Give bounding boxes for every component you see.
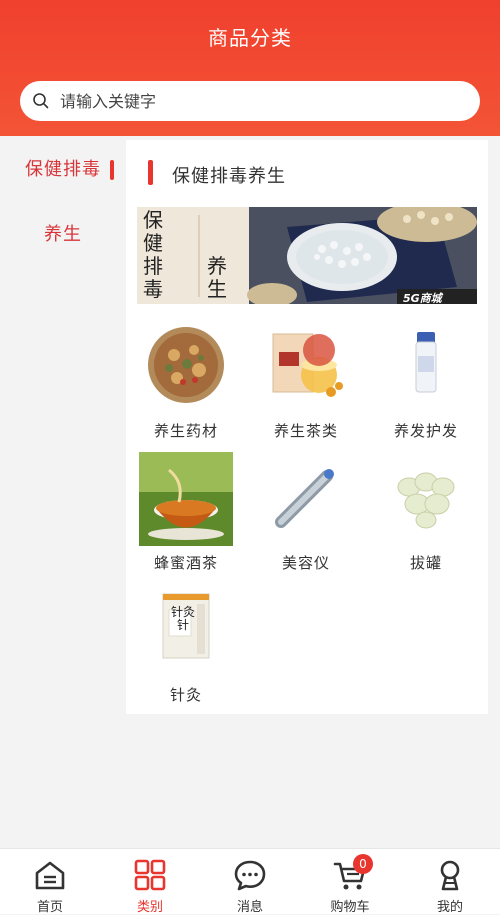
search-bar[interactable] xyxy=(20,81,480,121)
subcategory-label: 养生茶类 xyxy=(273,422,338,440)
title-accent-bar xyxy=(148,160,153,185)
category-icon xyxy=(134,859,166,891)
tab-category[interactable]: 类别 xyxy=(100,849,200,915)
search-icon xyxy=(33,93,49,109)
tab-label: 首页 xyxy=(36,900,63,915)
subcategory-item[interactable]: 美容仪 xyxy=(246,452,366,582)
sidebar-item-label: 保健排毒 xyxy=(25,159,101,180)
sidebar-item-baojian[interactable]: 保健排毒 xyxy=(0,138,126,198)
tab-profile[interactable]: 我的 xyxy=(400,849,500,915)
category-banner[interactable]: 保 健 排 毒 养 生 5G商城 xyxy=(137,207,477,304)
sidebar-item-yangsheng[interactable]: 养生 xyxy=(0,203,126,263)
hair-care-bottle-image xyxy=(379,320,473,414)
subcategory-label: 美容仪 xyxy=(281,554,330,572)
profile-icon xyxy=(440,860,460,891)
herbs-image xyxy=(139,320,233,414)
sidebar-item-label: 养生 xyxy=(44,224,82,245)
banner-text-right: 养 生 xyxy=(207,254,227,301)
cart-badge: 0 xyxy=(353,854,373,874)
category-panel: 保健排毒养生 保 健 排 毒 养 生 5G商城 养生药材 养生茶类 养发护发 蜂… xyxy=(126,140,488,714)
category-sidebar: 保健排毒 养生 xyxy=(0,136,126,848)
banner-logo: 5G商城 xyxy=(403,292,442,304)
tab-label: 消息 xyxy=(236,900,263,915)
tab-label: 购物车 xyxy=(330,900,370,915)
tab-label: 类别 xyxy=(136,900,163,915)
tab-label: 我的 xyxy=(436,900,463,915)
subcategory-item[interactable]: 养生药材 xyxy=(126,320,246,450)
message-icon xyxy=(234,860,266,891)
acupuncture-box-text: 针灸针 xyxy=(170,605,195,632)
tab-messages[interactable]: 消息 xyxy=(200,849,300,915)
beauty-device-image xyxy=(259,452,353,546)
tea-package-image xyxy=(259,320,353,414)
subcategory-label: 拔罐 xyxy=(409,554,442,572)
cupping-glass-image xyxy=(379,452,473,546)
subcategory-label: 养生药材 xyxy=(153,422,218,440)
subcategory-label: 针灸 xyxy=(169,686,202,704)
subcategory-label: 养发护发 xyxy=(393,422,458,440)
page-title: 商品分类 xyxy=(208,26,292,50)
subcategory-item[interactable]: 蜂蜜酒茶 xyxy=(126,452,246,582)
subcategory-label: 蜂蜜酒茶 xyxy=(153,554,218,572)
tea-cup-image xyxy=(139,452,233,546)
subcategory-item[interactable]: 养发护发 xyxy=(366,320,486,450)
home-icon xyxy=(35,861,65,890)
search-input[interactable] xyxy=(58,90,442,112)
subcategory-item[interactable]: 针灸针 针灸 xyxy=(126,584,246,714)
subcategory-item[interactable]: 养生茶类 xyxy=(246,320,366,450)
header: 商品分类 xyxy=(0,0,500,136)
subcategory-item[interactable]: 拔罐 xyxy=(366,452,486,582)
bottom-tab-bar: 首页 类别 消息 0 购物车 我的 xyxy=(0,848,500,915)
category-title: 保健排毒养生 xyxy=(172,166,286,187)
tab-cart[interactable]: 0 购物车 xyxy=(300,849,400,915)
banner-text-left: 保 健 排 毒 xyxy=(143,208,163,301)
tab-home[interactable]: 首页 xyxy=(0,849,100,915)
